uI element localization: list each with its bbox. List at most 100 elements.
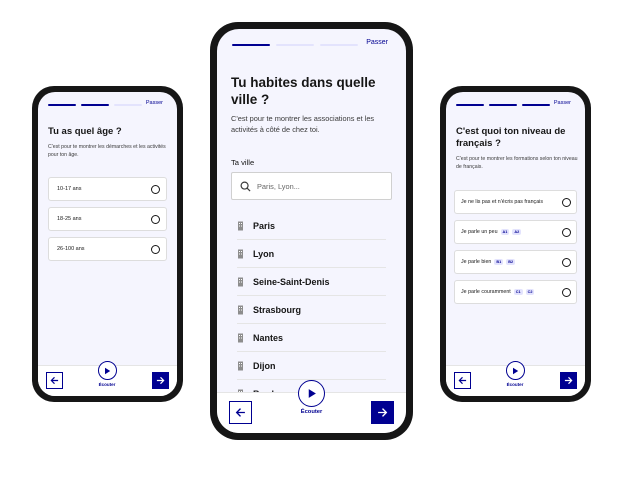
next-button[interactable] bbox=[371, 401, 394, 424]
question-subtitle: C'est pour te montrer les associations e… bbox=[231, 114, 375, 134]
building-icon bbox=[238, 333, 243, 342]
level-badge: B1 bbox=[494, 259, 504, 265]
progress-step-2 bbox=[489, 104, 517, 106]
progress-step-2 bbox=[276, 44, 314, 46]
city-name: Seine-Saint-Denis bbox=[253, 276, 330, 287]
level-badge: A1 bbox=[500, 229, 510, 235]
arrow-left-icon bbox=[235, 408, 245, 417]
radio-button[interactable] bbox=[562, 287, 571, 297]
next-button[interactable] bbox=[560, 372, 577, 389]
level-option-label: Je parle un peu bbox=[461, 229, 498, 235]
question-title: Tu habites dans quelle ville ? bbox=[231, 75, 376, 107]
phone-age: Passer Tu as quel âge ? C'est pour te mo… bbox=[32, 86, 183, 402]
progress-step-2 bbox=[81, 104, 109, 106]
city-search-input[interactable]: Paris, Lyon... bbox=[231, 172, 392, 200]
listen-button[interactable]: Écouter bbox=[295, 380, 328, 415]
back-button[interactable] bbox=[229, 401, 252, 424]
question-subtitle: C'est pour te montrer les démarches et l… bbox=[48, 144, 166, 158]
listen-circle bbox=[298, 380, 325, 407]
city-list-item[interactable]: Paris bbox=[237, 212, 386, 240]
city-list-item[interactable]: Strasbourg bbox=[237, 296, 386, 324]
progress-step-3 bbox=[114, 104, 142, 106]
question-title: Tu as quel âge ? bbox=[48, 126, 122, 137]
level-option-content: Je parle couramment C1 C2 bbox=[461, 289, 535, 295]
level-option[interactable]: Je parle couramment C1 C2 bbox=[454, 280, 577, 304]
progress-step-3 bbox=[522, 104, 550, 106]
city-list-item[interactable]: Lyon bbox=[237, 240, 386, 268]
level-badge: B2 bbox=[506, 259, 516, 265]
skip-link[interactable]: Passer bbox=[554, 100, 571, 106]
radio-button[interactable] bbox=[562, 197, 571, 207]
play-icon bbox=[308, 389, 316, 398]
age-option[interactable]: 10-17 ans bbox=[48, 177, 167, 201]
building-icon bbox=[238, 221, 243, 230]
building-icon bbox=[238, 249, 243, 258]
back-button[interactable] bbox=[454, 372, 471, 389]
listen-circle bbox=[505, 361, 525, 380]
level-option-label: Je parle bien bbox=[461, 259, 492, 265]
arrow-right-icon bbox=[156, 376, 165, 385]
question-title: C'est quoi ton niveau de français ? bbox=[456, 126, 566, 149]
city-list-item[interactable]: Seine-Saint-Denis bbox=[237, 268, 386, 296]
arrow-right-icon bbox=[378, 408, 388, 417]
screen-age: Passer Tu as quel âge ? C'est pour te mo… bbox=[38, 92, 177, 396]
listen-button[interactable]: Écouter bbox=[500, 361, 530, 387]
level-badge: A2 bbox=[512, 229, 522, 235]
building-icon bbox=[238, 361, 243, 370]
radio-button[interactable] bbox=[151, 214, 160, 224]
progress-bar bbox=[456, 104, 550, 106]
level-badge: C2 bbox=[525, 289, 535, 295]
next-button[interactable] bbox=[152, 372, 169, 389]
question-subtitle: C'est pour te montrer les formations sel… bbox=[456, 156, 578, 170]
progress-step-1 bbox=[48, 104, 76, 106]
level-option-label: Je ne lis pas et n'écris pas français bbox=[461, 199, 543, 205]
back-button[interactable] bbox=[46, 372, 63, 389]
progress-step-1 bbox=[456, 104, 484, 106]
radio-button[interactable] bbox=[151, 184, 160, 194]
city-list-item[interactable]: Dijon bbox=[237, 352, 386, 380]
level-option-label: Je parle couramment bbox=[461, 289, 511, 295]
level-option-content: Je parle un peu A1 A2 bbox=[461, 229, 522, 235]
level-badge: C1 bbox=[513, 289, 523, 295]
progress-bar bbox=[232, 44, 358, 46]
radio-button[interactable] bbox=[151, 244, 160, 254]
progress-bar bbox=[48, 104, 142, 106]
age-option-label: 18-25 ans bbox=[57, 216, 82, 222]
building-icon bbox=[238, 305, 243, 314]
progress-step-3 bbox=[320, 44, 358, 46]
phone-french-level: Passer C'est quoi ton niveau de français… bbox=[440, 86, 591, 402]
play-icon bbox=[513, 367, 519, 374]
arrow-right-icon bbox=[564, 376, 573, 385]
play-icon bbox=[105, 367, 111, 374]
listen-button[interactable]: Écouter bbox=[92, 361, 122, 387]
skip-link[interactable]: Passer bbox=[366, 39, 388, 46]
arrow-left-icon bbox=[458, 376, 467, 385]
city-field-label: Ta ville bbox=[231, 158, 255, 167]
listen-label: Écouter bbox=[506, 382, 524, 387]
search-placeholder: Paris, Lyon... bbox=[257, 181, 300, 191]
screen-french-level: Passer C'est quoi ton niveau de français… bbox=[446, 92, 585, 396]
age-option-label: 26-100 ans bbox=[57, 246, 85, 252]
building-icon bbox=[238, 277, 243, 286]
arrow-left-icon bbox=[50, 376, 59, 385]
city-name: Paris bbox=[253, 220, 276, 231]
age-option[interactable]: 18-25 ans bbox=[48, 207, 167, 231]
skip-link[interactable]: Passer bbox=[146, 100, 163, 106]
listen-circle bbox=[97, 361, 117, 380]
progress-step-1 bbox=[232, 44, 270, 46]
listen-label: Écouter bbox=[98, 382, 116, 387]
city-name: Strasbourg bbox=[253, 304, 302, 315]
age-option-label: 10-17 ans bbox=[57, 186, 82, 192]
level-option[interactable]: Je ne lis pas et n'écris pas français bbox=[454, 190, 577, 214]
age-option[interactable]: 26-100 ans bbox=[48, 237, 167, 261]
search-icon bbox=[240, 181, 251, 192]
screen-city: Passer Tu habites dans quelle ville ? C'… bbox=[217, 29, 406, 433]
radio-button[interactable] bbox=[562, 257, 571, 267]
phone-city: Passer Tu habites dans quelle ville ? C'… bbox=[210, 22, 413, 440]
city-name: Lyon bbox=[253, 248, 275, 259]
level-option[interactable]: Je parle un peu A1 A2 bbox=[454, 220, 577, 244]
city-name: Dijon bbox=[253, 360, 276, 371]
level-option[interactable]: Je parle bien B1 B2 bbox=[454, 250, 577, 274]
radio-button[interactable] bbox=[562, 227, 571, 237]
city-list-item[interactable]: Nantes bbox=[237, 324, 386, 352]
